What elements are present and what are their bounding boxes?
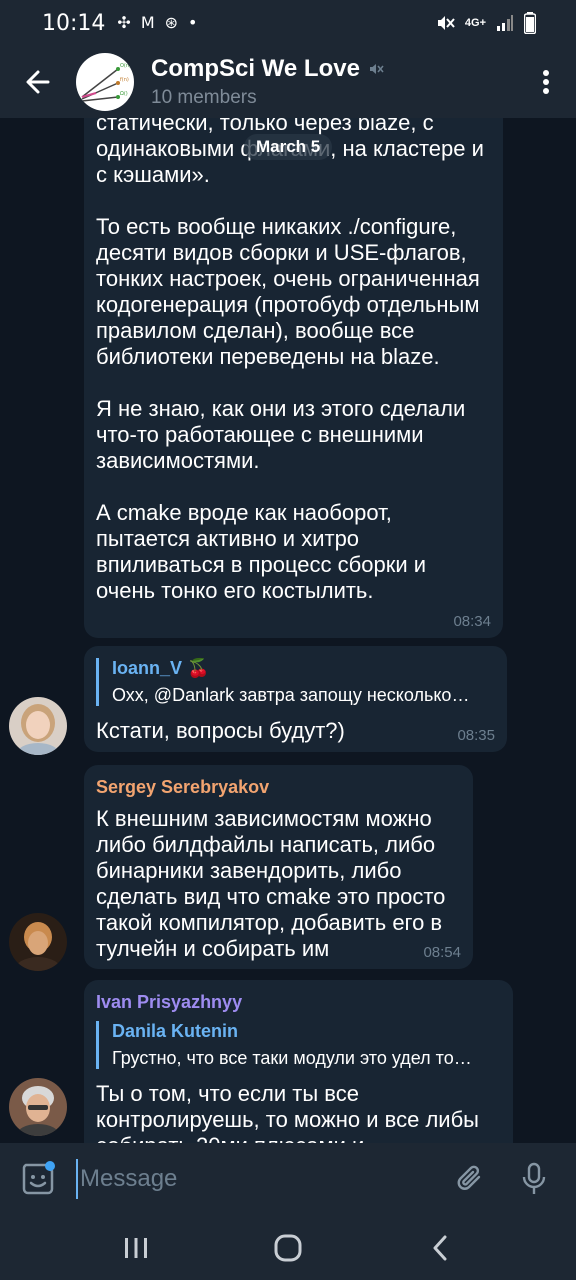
reply-author: Ioann_V 🍒 bbox=[112, 658, 210, 678]
more-menu-button[interactable] bbox=[516, 46, 576, 118]
recent-apps-button[interactable] bbox=[96, 1218, 176, 1278]
sticker-icon bbox=[22, 1161, 55, 1195]
message-text: Кстати, вопросы будут?) bbox=[96, 718, 345, 743]
voice-button[interactable] bbox=[502, 1143, 566, 1215]
user-avatar-ivan bbox=[9, 1078, 67, 1136]
members-count: 10 members bbox=[151, 87, 257, 108]
system-icons: 4G+ bbox=[435, 12, 536, 34]
user-avatar-ioann bbox=[9, 697, 67, 755]
attach-button[interactable] bbox=[438, 1143, 502, 1215]
back-nav-button[interactable] bbox=[400, 1218, 480, 1278]
home-button[interactable] bbox=[248, 1218, 328, 1278]
reply-author: Danila Kutenin bbox=[112, 1021, 239, 1041]
recent-apps-icon bbox=[125, 1237, 147, 1258]
message-list[interactable]: статически, только через blaze, с одинак… bbox=[0, 118, 576, 1143]
message-bubble[interactable]: Sergey Serebryakov К внешним зависимостя… bbox=[84, 765, 473, 969]
paperclip-icon bbox=[457, 1165, 481, 1190]
back-button[interactable] bbox=[0, 46, 76, 118]
reply-snippet: Охх, @Danlark завтра запощу несколько… bbox=[112, 685, 470, 705]
chat-header: O(n) f(n) Ω() CompSci We Love 10 members bbox=[0, 46, 576, 118]
date-pill: March 5 bbox=[244, 134, 333, 160]
message-bubble[interactable]: Ioann_V 🍒 Охх, @Danlark завтра запощу не… bbox=[84, 646, 507, 752]
avatar[interactable] bbox=[9, 1078, 67, 1136]
reply-quote[interactable]: Danila Kutenin Грустно, что все таки мод… bbox=[96, 1021, 501, 1069]
message-time: 08:54 bbox=[423, 944, 461, 961]
chat-title-row: CompSci We Love bbox=[151, 55, 384, 83]
message-input[interactable] bbox=[76, 1159, 438, 1199]
message-text: Ты о том, что если ты все контролируешь,… bbox=[96, 1081, 479, 1143]
svg-text:Ω(): Ω() bbox=[120, 91, 128, 97]
signal-icon bbox=[497, 15, 513, 31]
svg-text:O(n): O(n) bbox=[120, 63, 131, 69]
message-text: К внешним зависимостям можно либо билдфа… bbox=[96, 806, 446, 961]
slack-icon: ✣ bbox=[117, 13, 131, 32]
chat-info[interactable]: CompSci We Love 10 members bbox=[151, 55, 384, 109]
avatar[interactable] bbox=[9, 697, 67, 755]
status-time: 10:14 bbox=[42, 10, 106, 36]
battery-icon bbox=[524, 12, 536, 34]
sticker-button[interactable] bbox=[0, 1143, 76, 1215]
arrow-left-icon bbox=[26, 70, 50, 94]
avatar[interactable] bbox=[9, 913, 67, 971]
chevron-left-icon bbox=[433, 1235, 447, 1260]
microphone-icon bbox=[522, 1162, 546, 1194]
sync-icon: ⊛ bbox=[164, 13, 179, 32]
message-time: 08:35 bbox=[457, 727, 495, 744]
reply-snippet: Грустно, что все таки модули это удел то… bbox=[112, 1048, 472, 1068]
system-nav-bar bbox=[0, 1215, 576, 1280]
muted-speaker-icon bbox=[369, 64, 384, 74]
notification-icons: ✣ M ⊛ • bbox=[117, 15, 197, 31]
more-vertical-icon bbox=[543, 70, 549, 94]
status-bar: 10:14 ✣ M ⊛ • 4G+ bbox=[0, 0, 576, 46]
home-icon bbox=[274, 1234, 302, 1261]
gmail-icon: M bbox=[140, 13, 155, 32]
group-avatar[interactable]: O(n) f(n) Ω() bbox=[76, 53, 134, 111]
chat-title: CompSci We Love bbox=[151, 55, 360, 82]
sender-name[interactable]: Sergey Serebryakov bbox=[96, 777, 461, 798]
notification-dot: • bbox=[188, 13, 198, 32]
message-time: 08:34 bbox=[453, 613, 491, 630]
svg-text:f(n): f(n) bbox=[120, 77, 129, 83]
sender-name[interactable]: Ivan Prisyazhnyy bbox=[96, 992, 501, 1013]
message-text: статически, только через blaze, с одинак… bbox=[96, 118, 484, 603]
graph-logo-icon: O(n) f(n) Ω() bbox=[81, 63, 131, 102]
mute-icon bbox=[437, 16, 455, 30]
reply-quote[interactable]: Ioann_V 🍒 Охх, @Danlark завтра запощу не… bbox=[96, 658, 495, 706]
network-type: 4G+ bbox=[464, 17, 486, 29]
user-avatar-sergey bbox=[9, 913, 67, 971]
message-bubble[interactable]: статически, только через blaze, с одинак… bbox=[84, 118, 503, 638]
composer bbox=[0, 1143, 576, 1215]
message-bubble[interactable]: Ivan Prisyazhnyy Danila Kutenin Грустно,… bbox=[84, 980, 513, 1143]
